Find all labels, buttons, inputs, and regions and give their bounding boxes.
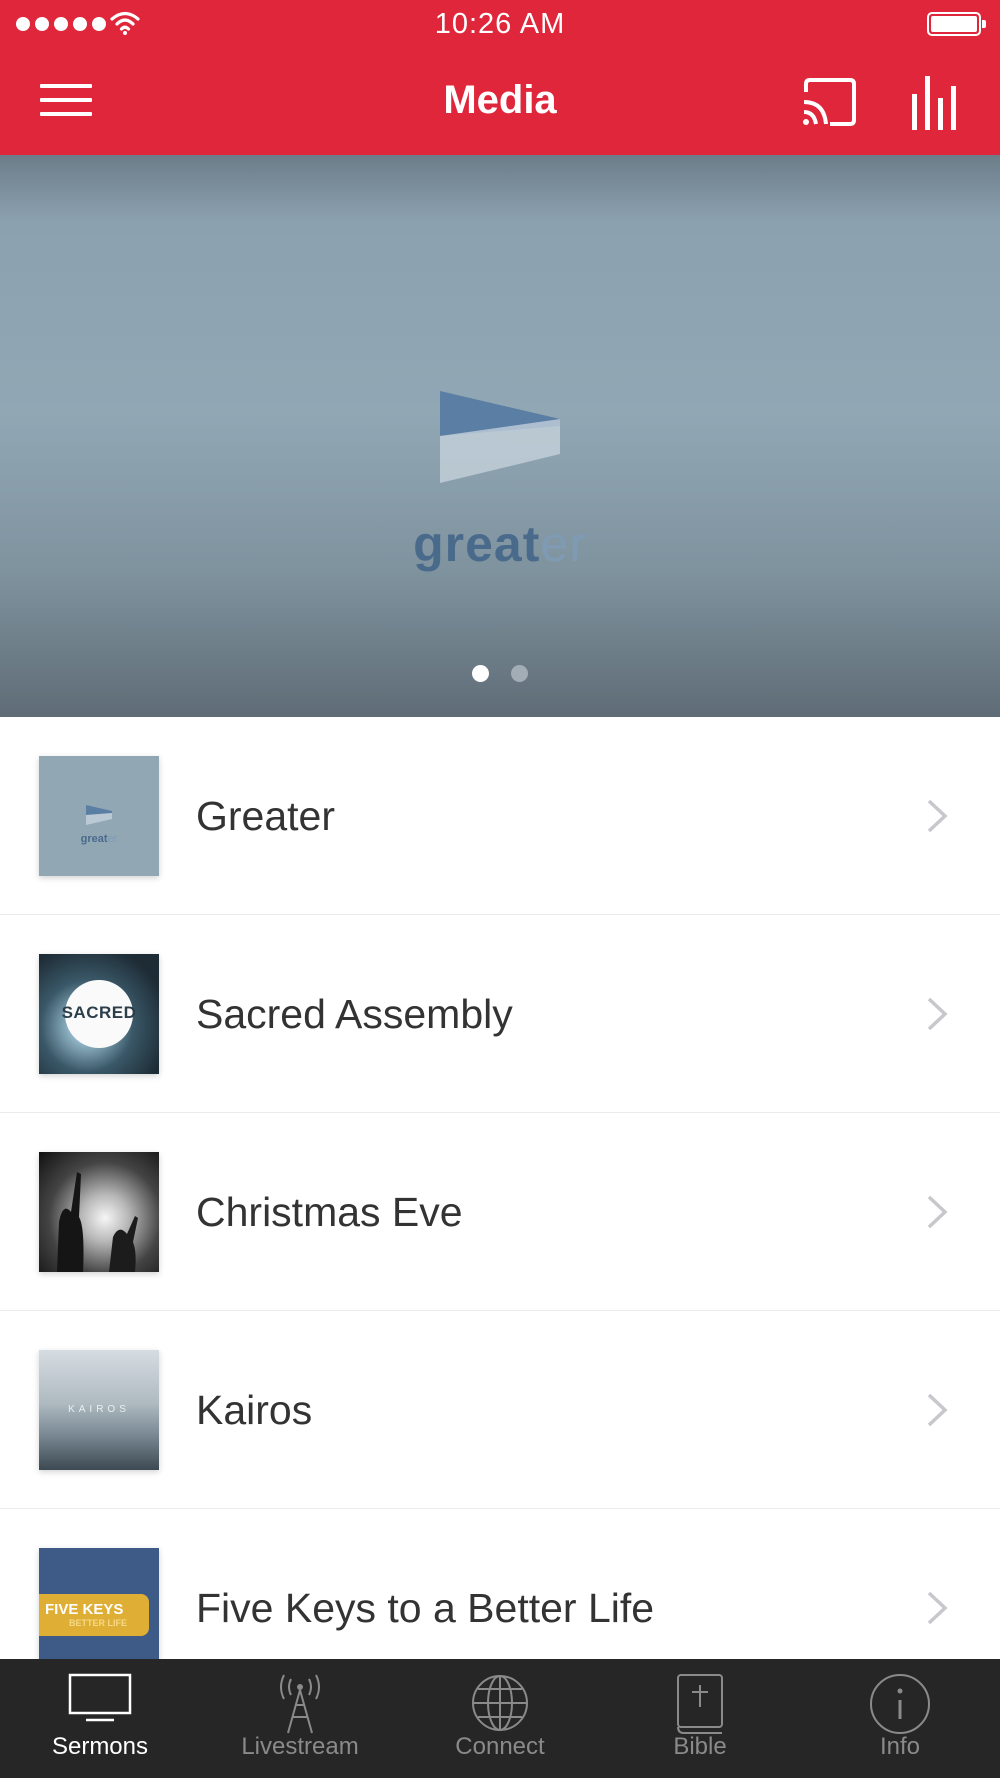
page-dot-1[interactable] — [472, 665, 489, 682]
sermon-series-list: greater Greater SACRED Sacred Assembly C… — [0, 717, 1000, 1707]
top-bar: 10:26 AM Media — [0, 0, 1000, 155]
tab-bible[interactable]: Bible — [600, 1659, 800, 1778]
series-title: Sacred Assembly — [196, 991, 513, 1037]
tab-sermons[interactable]: Sermons — [0, 1659, 200, 1778]
chevron-right-icon — [927, 1393, 948, 1427]
antenna-icon — [280, 1674, 320, 1734]
featured-banner[interactable]: greater — [0, 155, 1000, 717]
list-item[interactable]: SACRED Sacred Assembly — [0, 915, 1000, 1113]
bar-chart-icon[interactable] — [910, 74, 960, 130]
series-thumbnail: FIVE KEYS BETTER LIFE — [39, 1548, 159, 1668]
chevron-right-icon — [927, 1195, 948, 1229]
chevron-right-icon — [927, 1591, 948, 1625]
page-dot-2[interactable] — [511, 665, 528, 682]
tab-connect[interactable]: Connect — [400, 1659, 600, 1778]
series-thumbnail: KAIROS — [39, 1350, 159, 1470]
status-time: 10:26 AM — [434, 8, 566, 40]
info-icon — [870, 1674, 930, 1734]
banner-title: greater — [413, 516, 587, 572]
carousel-page-indicator[interactable] — [0, 665, 1000, 682]
navigation-bar: Media — [0, 50, 1000, 155]
battery-icon — [927, 12, 986, 36]
tab-label: Info — [879, 1733, 921, 1760]
series-thumbnail — [39, 1152, 159, 1272]
media-screen: 10:26 AM Media greater greater Greater S… — [0, 0, 1000, 1778]
globe-icon — [472, 1675, 528, 1731]
list-item[interactable]: greater Greater — [0, 717, 1000, 915]
greater-logo — [440, 391, 560, 483]
battery-level — [931, 16, 977, 32]
series-thumbnail: SACRED — [39, 954, 159, 1074]
svg-text:greater: greater — [81, 833, 118, 845]
chevron-right-icon — [927, 799, 948, 833]
tab-livestream[interactable]: Livestream — [200, 1659, 400, 1778]
chevron-right-icon — [927, 997, 948, 1031]
list-item[interactable]: Christmas Eve — [0, 1113, 1000, 1311]
series-title: Greater — [196, 793, 335, 839]
series-thumbnail: greater — [39, 756, 159, 876]
tab-bar: Sermons Livestream Connect Bible Info — [0, 1659, 1000, 1778]
status-bar: 10:26 AM — [0, 0, 1000, 50]
series-title: Christmas Eve — [196, 1189, 463, 1235]
tv-icon — [68, 1673, 132, 1722]
series-title: Five Keys to a Better Life — [196, 1585, 655, 1631]
list-item[interactable]: KAIROS Kairos — [0, 1311, 1000, 1509]
tab-label: Connect — [455, 1733, 545, 1760]
bible-icon — [677, 1674, 723, 1734]
tab-label: Sermons — [51, 1733, 149, 1760]
tab-label: Livestream — [241, 1733, 359, 1760]
tab-label: Bible — [673, 1733, 727, 1760]
series-title: Kairos — [196, 1387, 313, 1433]
cast-icon[interactable] — [800, 76, 856, 128]
tab-info[interactable]: Info — [800, 1659, 1000, 1778]
